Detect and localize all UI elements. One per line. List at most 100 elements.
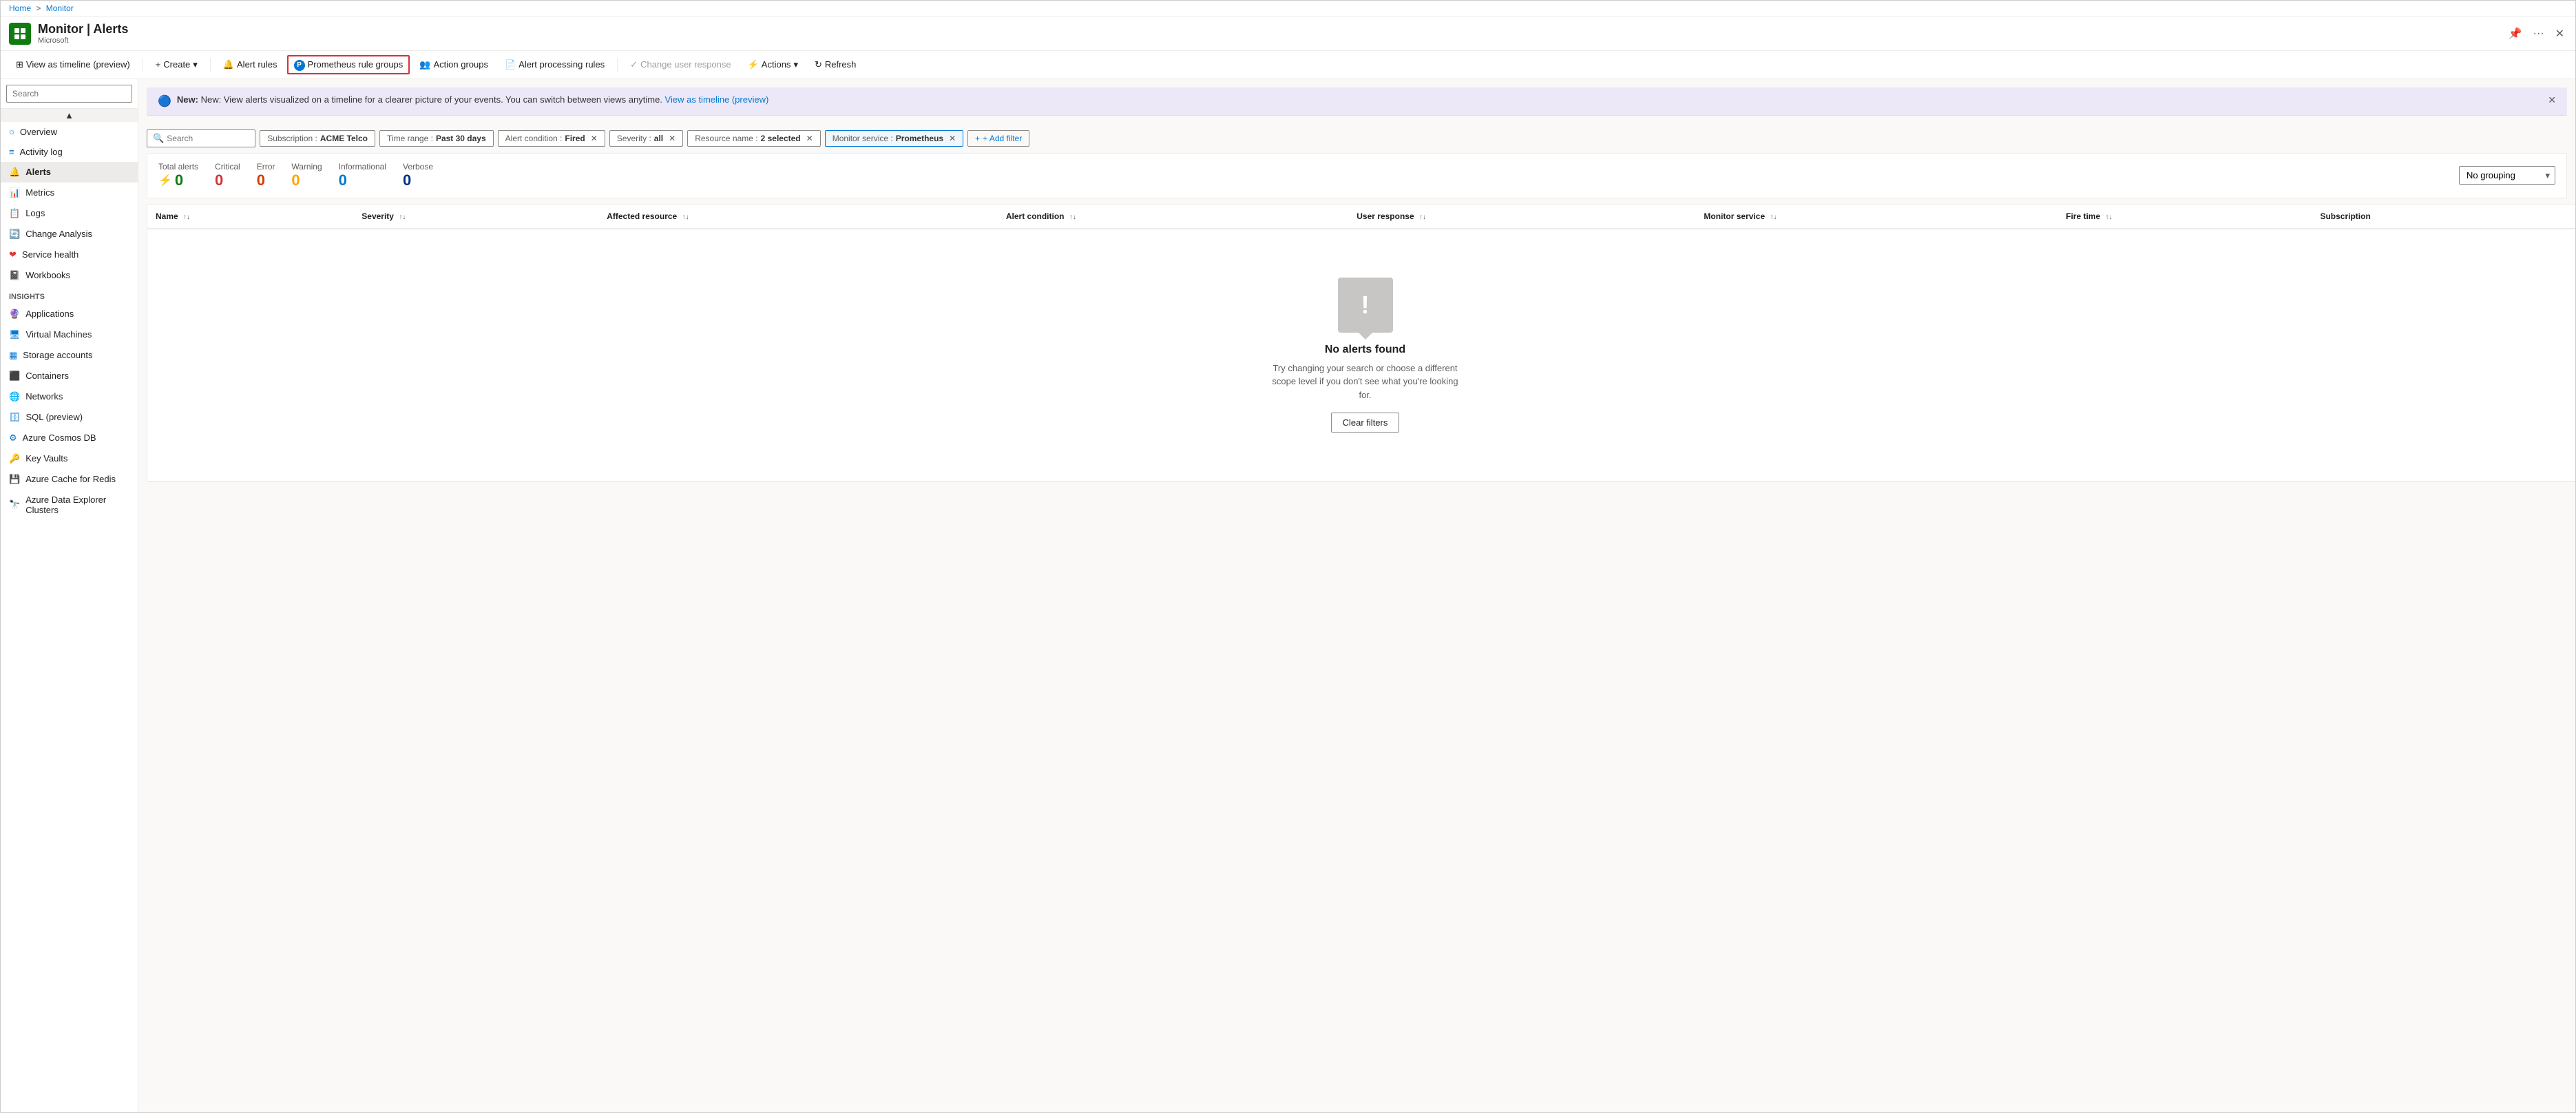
notification-icon: 🔵	[158, 94, 171, 108]
change-user-response-button[interactable]: ✓ Change user response	[623, 56, 737, 74]
sidebar-item-networks[interactable]: 🌐 Networks	[1, 386, 138, 407]
empty-cell: ! No alerts found Try changing your sear…	[147, 229, 2575, 481]
sidebar-item-activity-log[interactable]: ≡ Activity log	[1, 142, 138, 162]
sidebar-item-data-explorer[interactable]: 🔭 Azure Data Explorer Clusters	[1, 490, 138, 520]
networks-icon: 🌐	[9, 391, 20, 402]
view-timeline-button[interactable]: ⊞ View as timeline (preview)	[9, 56, 137, 74]
actions-button[interactable]: ⚡ Actions ▾	[741, 56, 805, 74]
sidebar-item-workbooks[interactable]: 📓 Workbooks	[1, 265, 138, 286]
sidebar-item-logs[interactable]: 📋 Logs	[1, 203, 138, 224]
notification-link[interactable]: View as timeline (preview)	[665, 94, 769, 105]
col-fire-time[interactable]: Fire time ↑↓	[2057, 205, 2312, 229]
sidebar-item-key-vaults[interactable]: 🔑 Key Vaults	[1, 448, 138, 469]
col-monitor-service-label: Monitor service	[1704, 211, 1765, 221]
resource-name-clear-button[interactable]: ✕	[806, 134, 813, 143]
sidebar-item-containers[interactable]: ⬛ Containers	[1, 366, 138, 386]
monitor-service-clear-button[interactable]: ✕	[949, 134, 956, 143]
critical-label: Critical	[215, 162, 240, 171]
lightning-icon: ⚡	[748, 59, 759, 70]
plus-icon: +	[975, 134, 980, 143]
total-alerts-count: Total alerts ⚡ 0	[158, 162, 198, 189]
logs-icon: 📋	[9, 208, 20, 219]
critical-count: Critical 0	[215, 162, 240, 189]
create-button[interactable]: + Create ▾	[149, 56, 205, 74]
monitor-service-filter-chip[interactable]: Monitor service : Prometheus ✕	[825, 130, 963, 147]
col-severity[interactable]: Severity ↑↓	[353, 205, 598, 229]
table-header-row: Name ↑↓ Severity ↑↓ Affected resource ↑↓	[147, 205, 2575, 229]
table-body: ! No alerts found Try changing your sear…	[147, 229, 2575, 481]
page-header: Monitor | Alerts Microsoft 📌 ··· ✕	[1, 17, 2575, 51]
alert-condition-value: Fired	[565, 134, 585, 143]
sql-icon: 🗄	[9, 412, 21, 423]
sidebar-item-azure-cache[interactable]: 💾 Azure Cache for Redis	[1, 469, 138, 490]
col-user-response[interactable]: User response ↑↓	[1348, 205, 1695, 229]
verbose-value: 0	[403, 171, 433, 189]
alert-condition-clear-button[interactable]: ✕	[591, 134, 598, 143]
subscription-filter-chip[interactable]: Subscription : ACME Telco	[260, 130, 375, 147]
informational-value: 0	[339, 171, 386, 189]
sidebar-item-overview[interactable]: ○ Overview	[1, 122, 138, 142]
checkmark-icon: ✓	[630, 59, 638, 70]
main-layout: ▲ ○ Overview ≡ Activity log 🔔 Alerts 📊 M…	[1, 79, 2575, 1113]
warning-label: Warning	[291, 162, 322, 171]
pin-button[interactable]: 📌	[2506, 24, 2525, 43]
sidebar-item-applications[interactable]: 🔮 Applications	[1, 304, 138, 324]
more-button[interactable]: ···	[2531, 25, 2547, 43]
sidebar-label-key-vaults: Key Vaults	[25, 453, 67, 464]
alert-rules-button[interactable]: 🔔 Alert rules	[216, 56, 284, 74]
metrics-icon: 📊	[9, 187, 20, 198]
col-monitor-service[interactable]: Monitor service ↑↓	[1695, 205, 2057, 229]
close-button[interactable]: ✕	[2553, 24, 2567, 43]
col-subscription[interactable]: Subscription	[2312, 205, 2575, 229]
verbose-count: Verbose 0	[403, 162, 433, 189]
sidebar-item-change-analysis[interactable]: 🔄 Change Analysis	[1, 224, 138, 245]
warning-count: Warning 0	[291, 162, 322, 189]
sidebar-search-container	[1, 79, 138, 109]
sidebar-label-workbooks: Workbooks	[25, 270, 70, 280]
notification-close-button[interactable]: ✕	[2548, 94, 2556, 106]
col-affected-resource[interactable]: Affected resource ↑↓	[598, 205, 998, 229]
sidebar-item-sql[interactable]: 🗄 SQL (preview)	[1, 407, 138, 428]
workbooks-icon: 📓	[9, 270, 20, 281]
action-groups-icon: 👥	[419, 59, 430, 70]
col-alert-condition[interactable]: Alert condition ↑↓	[998, 205, 1348, 229]
add-filter-button[interactable]: + + Add filter	[967, 130, 1029, 147]
resource-name-filter-chip[interactable]: Resource name : 2 selected ✕	[687, 130, 821, 147]
table-header: Name ↑↓ Severity ↑↓ Affected resource ↑↓	[147, 205, 2575, 229]
col-name[interactable]: Name ↑↓	[147, 205, 353, 229]
severity-filter-chip[interactable]: Severity : all ✕	[609, 130, 683, 147]
clear-filters-button[interactable]: Clear filters	[1331, 413, 1400, 433]
sidebar-label-service-health: Service health	[22, 249, 78, 260]
prometheus-rule-groups-button[interactable]: P Prometheus rule groups	[287, 55, 410, 74]
sidebar-item-virtual-machines[interactable]: 🖥 Virtual Machines	[1, 324, 138, 345]
time-range-label: Time range :	[387, 134, 433, 143]
sidebar-label-applications: Applications	[25, 309, 74, 319]
sidebar-label-overview: Overview	[20, 127, 57, 137]
search-input[interactable]	[167, 134, 249, 143]
service-health-icon: ❤	[9, 249, 17, 260]
error-value: 0	[257, 171, 275, 189]
breadcrumb-monitor[interactable]: Monitor	[46, 3, 74, 13]
severity-clear-button[interactable]: ✕	[669, 134, 676, 143]
alert-condition-filter-chip[interactable]: Alert condition : Fired ✕	[498, 130, 605, 147]
sidebar-item-service-health[interactable]: ❤ Service health	[1, 245, 138, 265]
empty-row: ! No alerts found Try changing your sear…	[147, 229, 2575, 481]
sidebar-search-input[interactable]	[6, 85, 132, 103]
sidebar-item-metrics[interactable]: 📊 Metrics	[1, 183, 138, 203]
change-analysis-icon: 🔄	[9, 229, 20, 240]
error-count: Error 0	[257, 162, 275, 189]
grouping-select[interactable]: No grouping Smart grouping Resource Seve…	[2459, 166, 2555, 185]
refresh-button[interactable]: ↻ Refresh	[808, 56, 863, 74]
sidebar-item-alerts[interactable]: 🔔 Alerts	[1, 162, 138, 183]
col-severity-label: Severity	[362, 211, 394, 221]
alert-counts-panel: Total alerts ⚡ 0 Critical 0 Error 0 Warn…	[147, 153, 2567, 198]
col-subscription-label: Subscription	[2320, 211, 2370, 221]
severity-value: all	[654, 134, 663, 143]
breadcrumb: Home > Monitor	[1, 1, 2575, 17]
breadcrumb-home[interactable]: Home	[9, 3, 31, 13]
sidebar-item-storage-accounts[interactable]: ▦ Storage accounts	[1, 345, 138, 366]
time-range-filter-chip[interactable]: Time range : Past 30 days	[379, 130, 494, 147]
action-groups-button[interactable]: 👥 Action groups	[412, 56, 495, 74]
sidebar-item-cosmos-db[interactable]: ⚙ Azure Cosmos DB	[1, 428, 138, 448]
alert-processing-rules-button[interactable]: 📄 Alert processing rules	[498, 56, 611, 74]
